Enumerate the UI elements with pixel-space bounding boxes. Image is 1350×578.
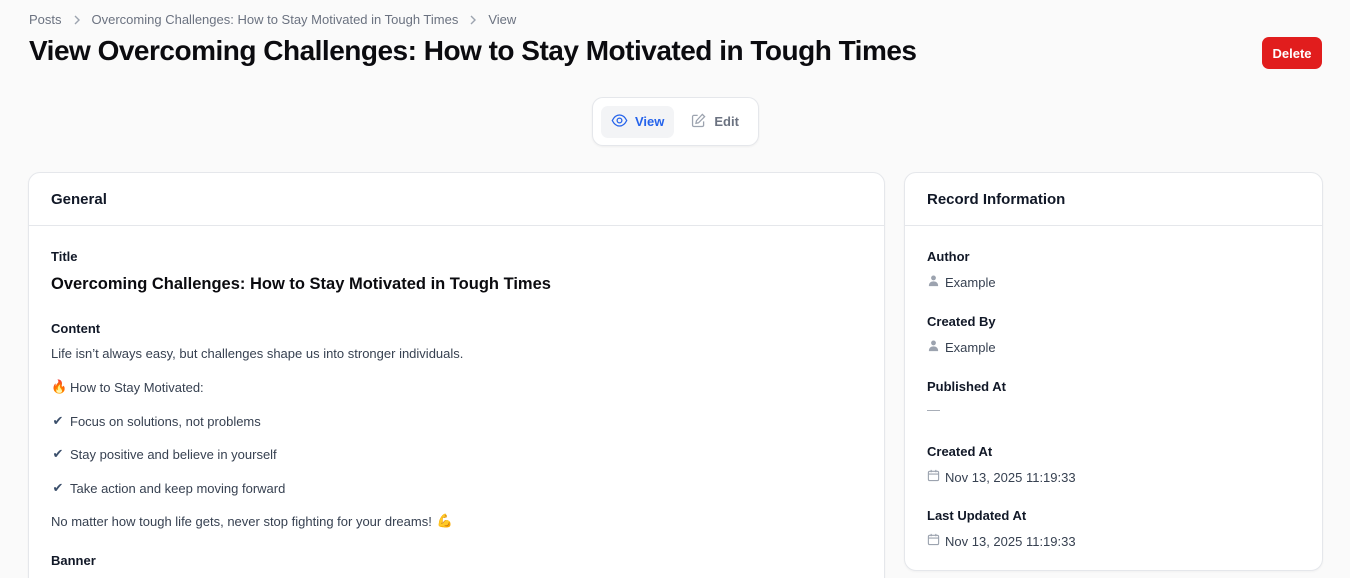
delete-button[interactable]: Delete	[1262, 37, 1322, 69]
breadcrumb: Posts Overcoming Challenges: How to Stay…	[29, 12, 516, 27]
list-item: ✔ Focus on solutions, not problems	[52, 413, 261, 429]
updated-at-label: Last Updated At	[927, 508, 1027, 523]
updated-at-value: Nov 13, 2025 11:19:33	[927, 533, 1076, 549]
breadcrumb-post[interactable]: Overcoming Challenges: How to Stay Motiv…	[92, 12, 459, 27]
created-at-value: Nov 13, 2025 11:19:33	[927, 469, 1076, 485]
content-closing: No matter how tough life gets, never sto…	[51, 513, 453, 529]
title-label: Title	[51, 249, 78, 264]
flexed-biceps-icon: 💪	[436, 513, 453, 528]
fire-icon: 🔥	[51, 379, 68, 394]
breadcrumb-posts[interactable]: Posts	[29, 12, 62, 27]
content-subheading: 🔥 How to Stay Motivated:	[51, 379, 204, 395]
list-item: ✔ Stay positive and believe in yourself	[52, 446, 277, 462]
banner-label: Banner	[51, 553, 96, 568]
author-label: Author	[927, 249, 970, 264]
tab-view[interactable]: View	[601, 105, 675, 138]
content-label: Content	[51, 321, 101, 336]
calendar-icon	[927, 533, 940, 549]
record-information-section: Record Information Author Example Create…	[904, 172, 1323, 571]
tab-view-label: View	[635, 114, 665, 129]
view-edit-tabs: View Edit	[592, 97, 759, 146]
calendar-icon	[927, 469, 940, 485]
check-icon: ✔	[52, 413, 64, 428]
record-heading: Record Information	[905, 173, 1322, 226]
user-icon	[927, 339, 940, 355]
page-title: View Overcoming Challenges: How to Stay …	[29, 35, 917, 66]
published-at-value: —	[927, 402, 940, 417]
created-at-label: Created At	[927, 444, 993, 459]
pencil-square-icon	[690, 112, 707, 132]
title-value: Overcoming Challenges: How to Stay Motiv…	[51, 275, 551, 293]
tab-edit-label: Edit	[714, 114, 739, 129]
check-icon: ✔	[52, 446, 64, 461]
chevron-right-icon	[458, 15, 488, 25]
general-section: General Title Overcoming Challenges: How…	[28, 172, 885, 578]
created-by-label: Created By	[927, 314, 996, 329]
published-at-label: Published At	[927, 379, 1006, 394]
content-intro: Life isn’t always easy, but challenges s…	[51, 346, 464, 361]
chevron-right-icon	[62, 15, 92, 25]
breadcrumb-current: View	[488, 12, 517, 27]
user-icon	[927, 274, 940, 290]
list-item: ✔ Take action and keep moving forward	[52, 480, 286, 496]
created-by-value: Example	[927, 339, 996, 355]
author-value: Example	[927, 274, 996, 290]
check-icon: ✔	[52, 480, 64, 495]
tab-edit[interactable]: Edit	[680, 106, 749, 138]
eye-icon	[611, 112, 628, 132]
general-heading: General	[29, 173, 884, 226]
